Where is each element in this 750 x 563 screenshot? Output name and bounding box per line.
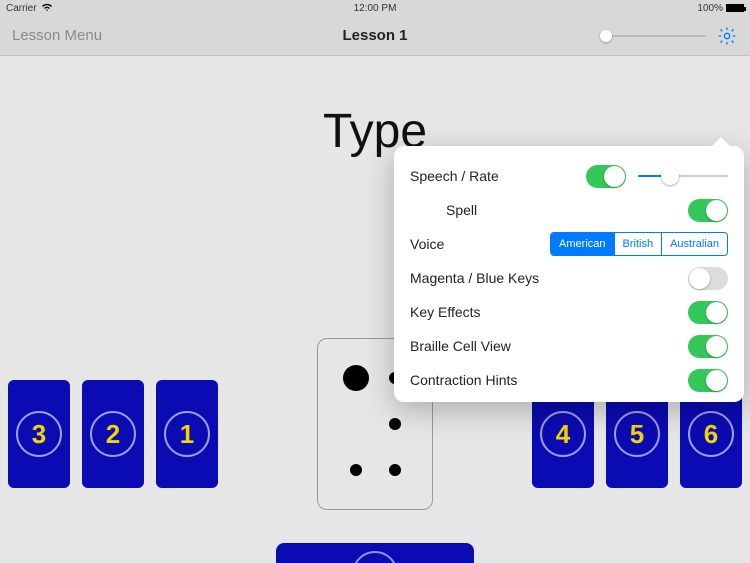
clock: 12:00 PM: [6, 3, 744, 14]
settings-button[interactable]: [716, 25, 738, 47]
contraction-hints-toggle[interactable]: [688, 369, 728, 392]
braille-dot-3: [336, 447, 375, 493]
battery-percent: 100%: [697, 3, 723, 14]
braille-dot-5: [375, 401, 414, 447]
space-key[interactable]: [276, 543, 474, 563]
braille-view-toggle[interactable]: [688, 335, 728, 358]
magenta-blue-toggle[interactable]: [688, 267, 728, 290]
voice-option-australian[interactable]: Australian: [661, 233, 727, 255]
braille-dot-2: [336, 401, 375, 447]
status-bar: Carrier 12:00 PM 100%: [0, 0, 750, 16]
battery-icon: [726, 4, 744, 12]
key-2[interactable]: 2: [82, 380, 144, 488]
setting-label-magenta-blue: Magenta / Blue Keys: [410, 270, 688, 286]
nav-progress-slider[interactable]: [606, 35, 706, 37]
wifi-icon: [41, 2, 53, 15]
nav-bar: Lesson Menu Lesson 1: [0, 16, 750, 56]
left-keys-group: 3 2 1: [8, 380, 218, 488]
braille-dot-1: [336, 355, 375, 401]
key-1[interactable]: 1: [156, 380, 218, 488]
rate-slider[interactable]: [638, 175, 728, 177]
setting-label-key-effects: Key Effects: [410, 304, 688, 320]
setting-label-contraction-hints: Contraction Hints: [410, 372, 688, 388]
braille-dot-6: [375, 447, 414, 493]
spell-toggle[interactable]: [688, 199, 728, 222]
key-effects-toggle[interactable]: [688, 301, 728, 324]
setting-label-voice: Voice: [410, 236, 550, 252]
back-button[interactable]: Lesson Menu: [12, 27, 102, 44]
carrier-label: Carrier: [6, 3, 37, 14]
key-3[interactable]: 3: [8, 380, 70, 488]
voice-option-british[interactable]: British: [614, 233, 662, 255]
setting-label-spell: Spell: [410, 202, 688, 218]
settings-popover: Speech / Rate Spell Voice American Briti…: [394, 146, 744, 402]
voice-option-american[interactable]: American: [551, 233, 613, 255]
setting-label-braille-view: Braille Cell View: [410, 338, 688, 354]
voice-segmented-control[interactable]: American British Australian: [550, 232, 728, 256]
speech-toggle[interactable]: [586, 165, 626, 188]
setting-label-speech-rate: Speech / Rate: [410, 168, 586, 184]
